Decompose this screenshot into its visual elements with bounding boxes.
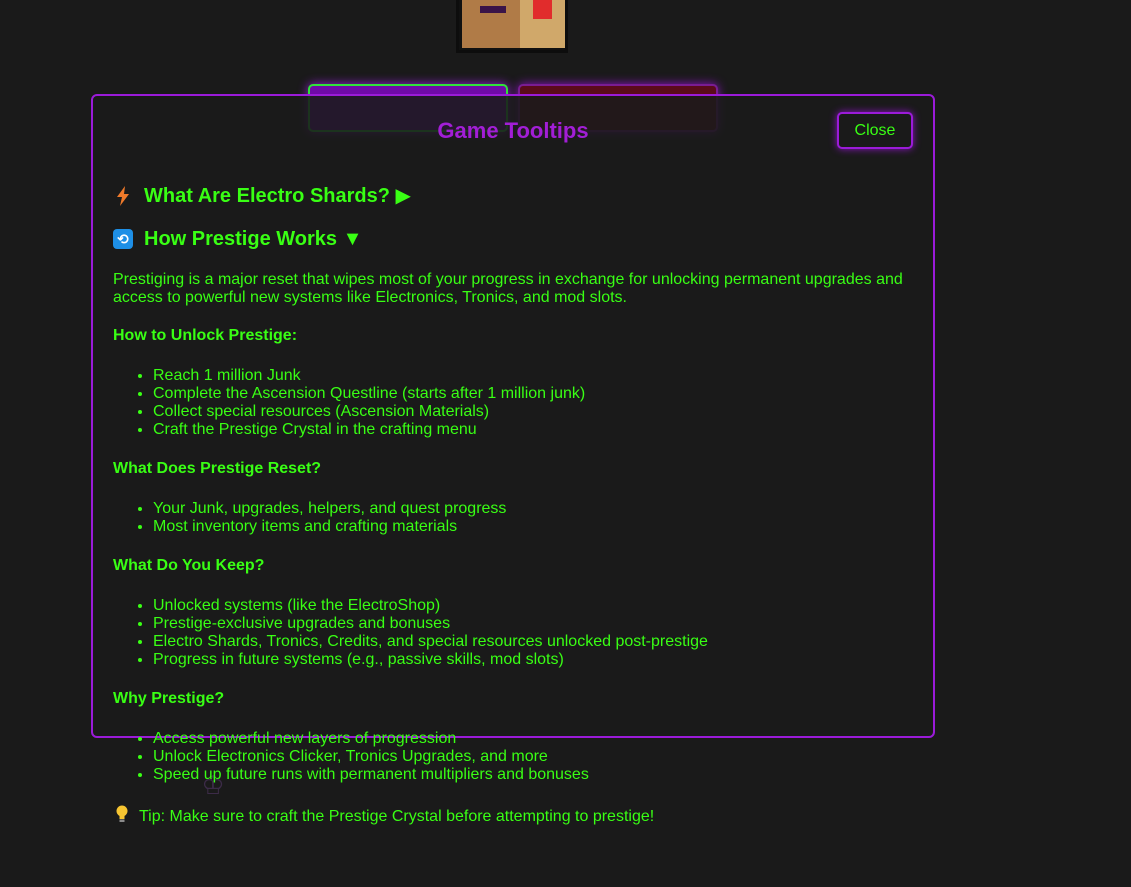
list-item: Speed up future runs with permanent mult… <box>153 766 913 784</box>
junk-box-image[interactable] <box>456 0 568 53</box>
tip-text: Tip: Make sure to craft the Prestige Cry… <box>139 807 655 825</box>
list-item: Unlocked systems (like the ElectroShop) <box>153 597 913 615</box>
keep-heading: What Do You Keep? <box>113 557 265 574</box>
modal-content: What Are Electro Shards? ▶ ⟲ How Prestig… <box>113 180 913 828</box>
modal-title: Game Tooltips <box>437 118 589 143</box>
list-item: Electro Shards, Tronics, Credits, and sp… <box>153 633 913 651</box>
why-list: Access powerful new layers of progressio… <box>113 730 913 784</box>
list-item: Progress in future systems (e.g., passiv… <box>153 651 913 669</box>
list-item: Unlock Electronics Clicker, Tronics Upgr… <box>153 748 913 766</box>
list-item: Collect special resources (Ascension Mat… <box>153 403 913 421</box>
close-button[interactable]: Close <box>837 112 913 149</box>
keep-list: Unlocked systems (like the ElectroShop) … <box>113 597 913 669</box>
section-prestige-toggle[interactable]: ⟲ How Prestige Works ▼ <box>113 223 913 255</box>
list-item: Most inventory items and crafting materi… <box>153 518 913 536</box>
list-item: Complete the Ascension Questline (starts… <box>153 385 913 403</box>
list-item: Prestige-exclusive upgrades and bonuses <box>153 615 913 633</box>
lightning-bolt-icon <box>113 186 133 206</box>
lightbulb-icon <box>115 805 133 828</box>
why-heading: Why Prestige? <box>113 690 225 707</box>
box-tape-right <box>533 0 552 19</box>
tip-line: Tip: Make sure to craft the Prestige Cry… <box>113 805 913 828</box>
prestige-intro: Prestiging is a major reset that wipes m… <box>113 271 903 306</box>
repeat-icon: ⟲ <box>113 229 133 249</box>
unlock-list: Reach 1 million Junk Complete the Ascens… <box>113 367 913 439</box>
reset-list: Your Junk, upgrades, helpers, and quest … <box>113 500 913 536</box>
reset-heading: What Does Prestige Reset? <box>113 460 322 477</box>
section-prestige-title: How Prestige Works ▼ <box>144 228 363 250</box>
section-electro-shards-toggle[interactable]: What Are Electro Shards? ▶ <box>113 180 913 212</box>
unlock-heading: How to Unlock Prestige: <box>113 327 298 344</box>
section-electro-shards-title: What Are Electro Shards? ▶ <box>144 185 411 207</box>
list-item: Craft the Prestige Crystal in the crafti… <box>153 421 913 439</box>
list-item: Your Junk, upgrades, helpers, and quest … <box>153 500 913 518</box>
box-tape-left <box>480 6 506 13</box>
list-item: Access powerful new layers of progressio… <box>153 730 913 748</box>
list-item: Reach 1 million Junk <box>153 367 913 385</box>
